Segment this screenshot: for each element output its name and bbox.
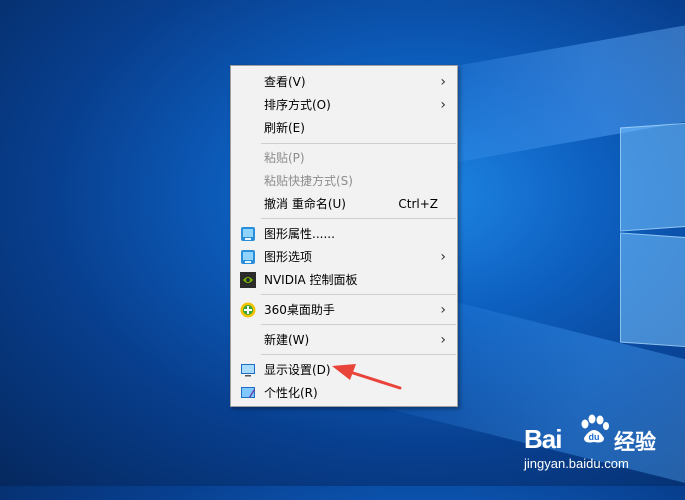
arrow-shaft — [348, 370, 402, 390]
baidu-paw-icon: du — [581, 414, 609, 443]
watermark-jingyan: 经验 — [614, 430, 656, 454]
watermark-logo-text: Bai — [524, 424, 562, 454]
svg-text:du: du — [589, 432, 600, 442]
baidu-jingyan-watermark: Bai du 经验 jingyan.baidu.com — [524, 404, 674, 474]
arrow-head — [332, 364, 356, 380]
watermark-url: jingyan.baidu.com — [524, 456, 629, 471]
